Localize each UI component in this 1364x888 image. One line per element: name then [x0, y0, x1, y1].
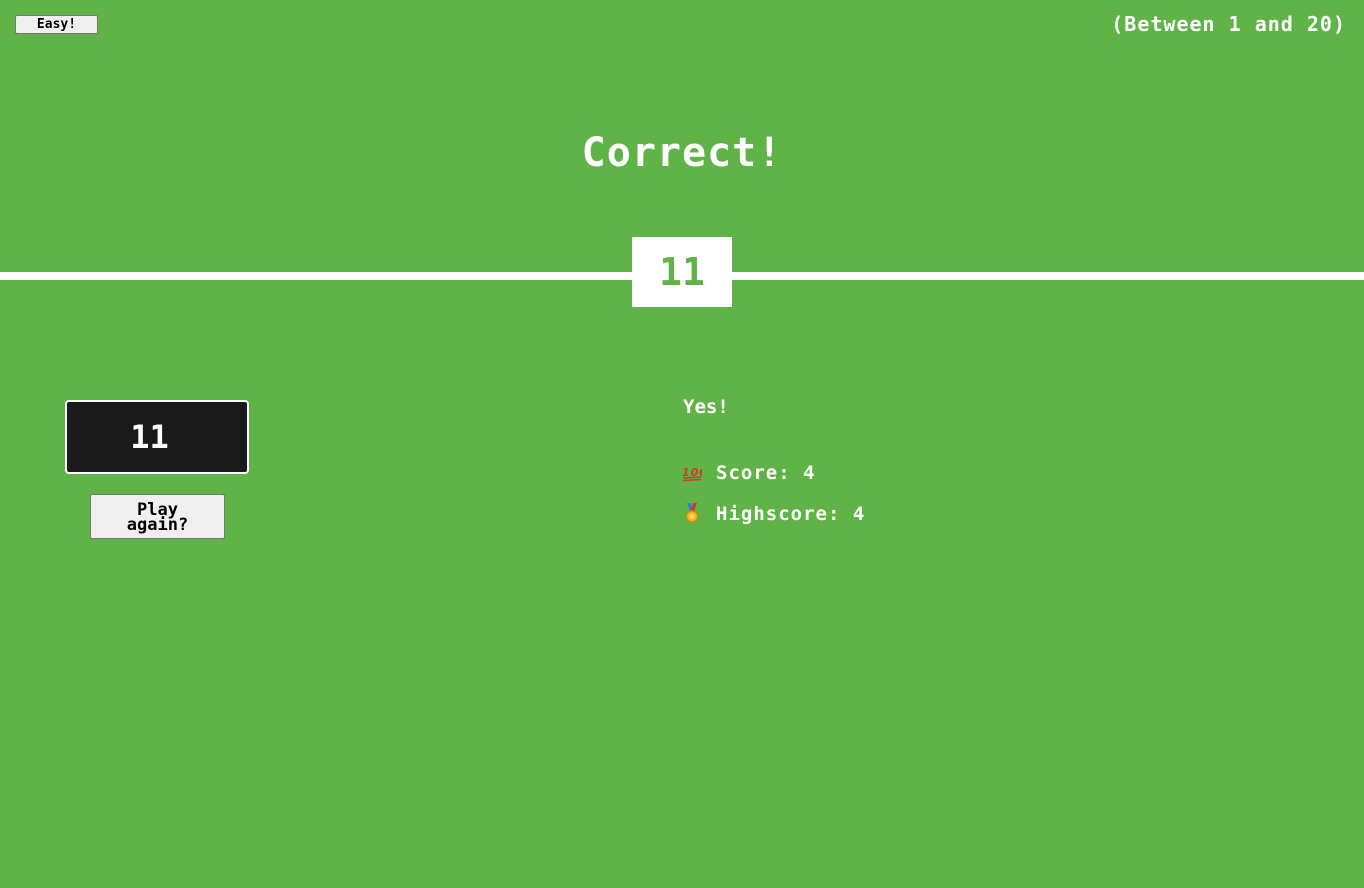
- hundred-points-icon: 100: [682, 462, 707, 482]
- highscore-row: Highscore: 4: [682, 503, 865, 525]
- highscore-label: Highscore:: [716, 503, 841, 525]
- play-again-button[interactable]: Play again?: [90, 494, 225, 539]
- score-label: Score:: [716, 462, 791, 484]
- score-value: 4: [803, 462, 816, 484]
- status-message: Yes!: [683, 396, 729, 418]
- medal-icon: [682, 503, 702, 523]
- range-label: (Between 1 and 20): [1111, 12, 1346, 36]
- secret-number-box: 11: [632, 237, 732, 307]
- guess-input[interactable]: [65, 400, 249, 474]
- result-heading: Correct!: [581, 130, 783, 176]
- highscore-value: 4: [852, 503, 866, 525]
- difficulty-button[interactable]: Easy!: [15, 15, 98, 34]
- score-row: 100 Score: 4: [682, 462, 816, 484]
